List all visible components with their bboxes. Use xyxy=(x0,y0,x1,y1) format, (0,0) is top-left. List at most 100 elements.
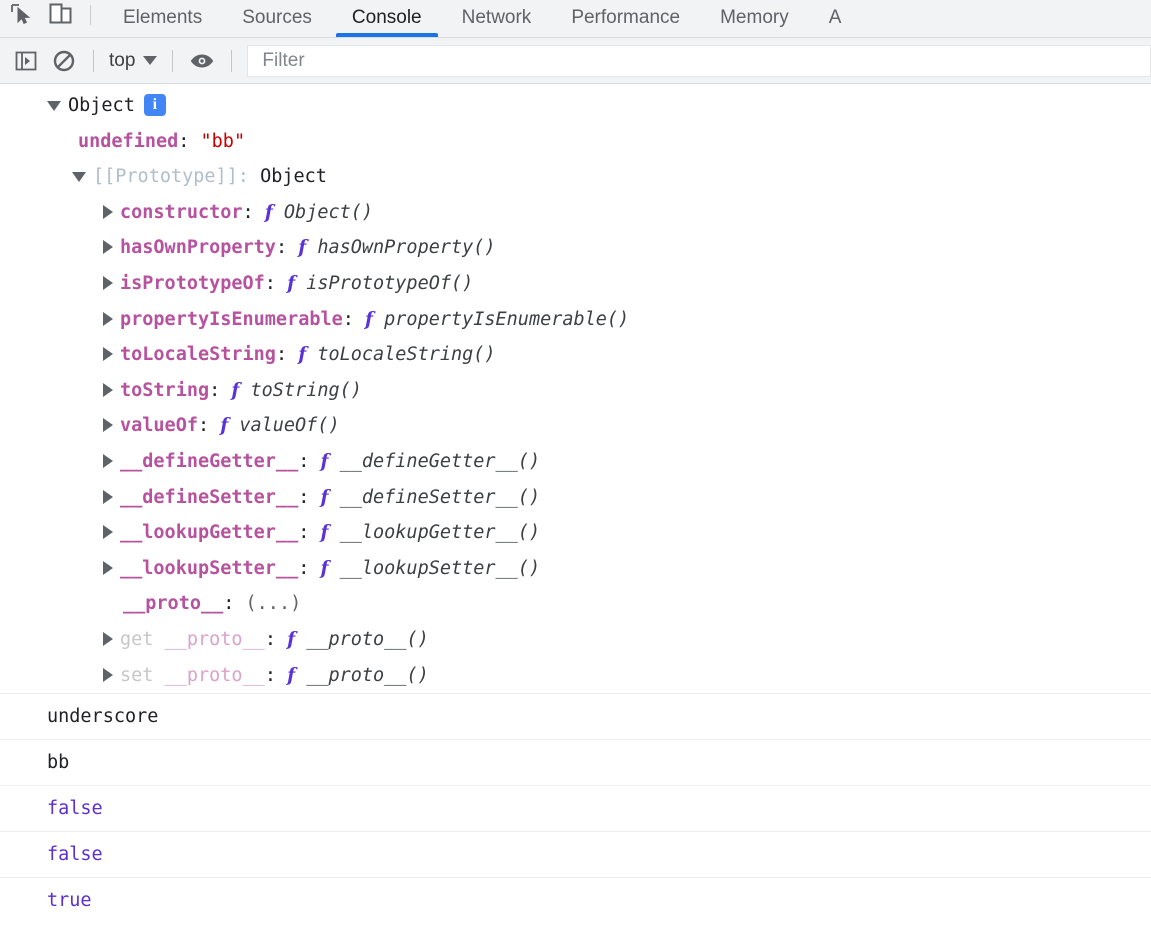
triangle-right-icon[interactable] xyxy=(103,560,113,575)
device-toolbar-icon[interactable] xyxy=(46,0,76,29)
accessor-value: __proto__() xyxy=(306,628,429,650)
member-key[interactable]: hasOwnProperty xyxy=(120,230,276,266)
member-key[interactable]: __lookupGetter__ xyxy=(120,515,298,551)
prototype-member-row[interactable]: toLocaleString: f toLocaleString() xyxy=(0,337,1151,373)
member-key[interactable]: valueOf xyxy=(120,408,198,444)
tab-memory[interactable]: Memory xyxy=(700,0,809,37)
inspect-element-icon[interactable] xyxy=(6,0,36,29)
tab-elements[interactable]: Elements xyxy=(103,0,222,37)
console-log-entry: false xyxy=(0,831,1151,877)
function-keyword: f xyxy=(264,201,273,223)
function-keyword: f xyxy=(320,522,329,544)
function-keyword: f xyxy=(320,486,329,508)
toolbar-divider xyxy=(93,49,94,72)
member-value: __defineSetter__() xyxy=(339,486,541,508)
prototype-member-row[interactable]: propertyIsEnumerable: f propertyIsEnumer… xyxy=(0,302,1151,338)
triangle-right-icon[interactable] xyxy=(103,275,113,290)
property-key[interactable]: undefined xyxy=(78,124,178,160)
member-key[interactable]: __defineGetter__ xyxy=(120,444,298,480)
accessor-key[interactable]: __proto__ xyxy=(165,658,265,694)
function-keyword: f xyxy=(298,237,307,259)
member-key[interactable]: __lookupSetter__ xyxy=(120,551,298,587)
accessor-getter-row[interactable]: get __proto__: f __proto__() xyxy=(0,622,1151,658)
triangle-down-icon[interactable] xyxy=(72,172,86,183)
tab-sources[interactable]: Sources xyxy=(222,0,332,37)
function-keyword: f xyxy=(287,272,296,294)
triangle-right-icon[interactable] xyxy=(103,667,113,682)
member-key[interactable]: toString xyxy=(120,373,209,409)
triangle-right-icon[interactable] xyxy=(103,525,113,540)
info-badge-icon[interactable]: i xyxy=(143,94,166,116)
triangle-right-icon[interactable] xyxy=(103,204,113,219)
accessor-key[interactable]: __proto__ xyxy=(165,622,265,658)
triangle-right-icon[interactable] xyxy=(103,311,113,326)
live-expression-eye-icon[interactable] xyxy=(184,43,220,79)
console-sidebar-icon[interactable] xyxy=(8,43,44,79)
member-value: hasOwnProperty() xyxy=(317,237,496,259)
tab-application[interactable]: A xyxy=(809,0,862,37)
console-log-entry: underscore xyxy=(0,693,1151,739)
member-value: __defineGetter__() xyxy=(339,450,541,472)
proto-collapsed-row[interactable]: __proto__: (...) xyxy=(0,586,1151,622)
console-filter-input[interactable]: Filter xyxy=(247,44,1151,77)
member-key[interactable]: __proto__ xyxy=(123,586,223,622)
prototype-member-row[interactable]: __defineSetter__: f __defineSetter__() xyxy=(0,480,1151,516)
prototype-member-row[interactable]: __lookupSetter__: f __lookupSetter__() xyxy=(0,551,1151,587)
execution-context-selector[interactable]: top xyxy=(105,50,161,72)
function-keyword: f xyxy=(365,308,374,330)
member-value: toLocaleString() xyxy=(317,344,496,366)
object-inspector: Object i undefined: "bb" [[Prototype]]: O… xyxy=(0,88,1151,693)
execution-context-label: top xyxy=(109,49,136,71)
prototype-value: Object xyxy=(260,166,327,188)
accessor-value: __proto__() xyxy=(306,664,429,686)
triangle-right-icon[interactable] xyxy=(103,382,113,397)
member-value: isPrototypeOf() xyxy=(306,272,474,294)
member-key[interactable]: __defineSetter__ xyxy=(120,480,298,516)
member-value: __lookupGetter__() xyxy=(339,522,541,544)
prototype-member-row[interactable]: toString: f toString() xyxy=(0,373,1151,409)
member-key[interactable]: toLocaleString xyxy=(120,337,276,373)
triangle-right-icon[interactable] xyxy=(103,418,113,433)
console-toolbar: top Filter xyxy=(0,38,1151,84)
prototype-label: [[Prototype]] xyxy=(93,166,238,188)
prototype-member-row[interactable]: constructor: f Object() xyxy=(0,195,1151,231)
member-value[interactable]: (...) xyxy=(246,586,302,622)
member-value: __lookupSetter__() xyxy=(339,557,541,579)
triangle-right-icon[interactable] xyxy=(103,453,113,468)
prototype-member-row[interactable]: __defineGetter__: f __defineGetter__() xyxy=(0,444,1151,480)
accessor-setter-row[interactable]: set __proto__: f __proto__() xyxy=(0,658,1151,694)
function-keyword: f xyxy=(287,664,296,686)
triangle-right-icon[interactable] xyxy=(103,347,113,362)
member-value: toString() xyxy=(250,379,362,401)
tab-performance[interactable]: Performance xyxy=(551,0,700,37)
member-value: propertyIsEnumerable() xyxy=(384,308,630,330)
clear-console-icon[interactable] xyxy=(46,43,82,79)
prototype-member-row[interactable]: hasOwnProperty: f hasOwnProperty() xyxy=(0,230,1151,266)
prototype-member-row[interactable]: valueOf: f valueOf() xyxy=(0,408,1151,444)
prototype-member-row[interactable]: __lookupGetter__: f __lookupGetter__() xyxy=(0,515,1151,551)
devtools-tabs: Elements Sources Console Network Perform… xyxy=(103,0,861,37)
toolbar-divider xyxy=(90,5,91,25)
console-output: Object i undefined: "bb" [[Prototype]]: O… xyxy=(0,84,1151,924)
triangle-right-icon[interactable] xyxy=(103,489,113,504)
function-keyword: f xyxy=(320,450,329,472)
triangle-down-icon[interactable] xyxy=(47,101,61,111)
function-keyword: f xyxy=(298,344,307,366)
property-colon: : xyxy=(178,130,190,152)
triangle-right-icon[interactable] xyxy=(103,631,113,646)
member-key[interactable]: propertyIsEnumerable xyxy=(120,302,343,338)
tab-console[interactable]: Console xyxy=(332,0,442,37)
prototype-member-row[interactable]: isPrototypeOf: f isPrototypeOf() xyxy=(0,266,1151,302)
member-key[interactable]: constructor xyxy=(120,195,243,231)
object-root-label: Object xyxy=(68,95,135,116)
triangle-right-icon[interactable] xyxy=(103,240,113,255)
member-key[interactable]: isPrototypeOf xyxy=(120,266,265,302)
toolbar-divider xyxy=(231,49,233,72)
object-root-row[interactable]: Object i xyxy=(0,88,1151,124)
member-value: valueOf() xyxy=(239,415,340,437)
tab-network[interactable]: Network xyxy=(442,0,552,37)
console-log-entry: false xyxy=(0,785,1151,831)
function-keyword: f xyxy=(220,415,229,437)
toolbar-divider xyxy=(172,49,174,72)
prototype-row[interactable]: [[Prototype]]: Object xyxy=(0,159,1151,195)
